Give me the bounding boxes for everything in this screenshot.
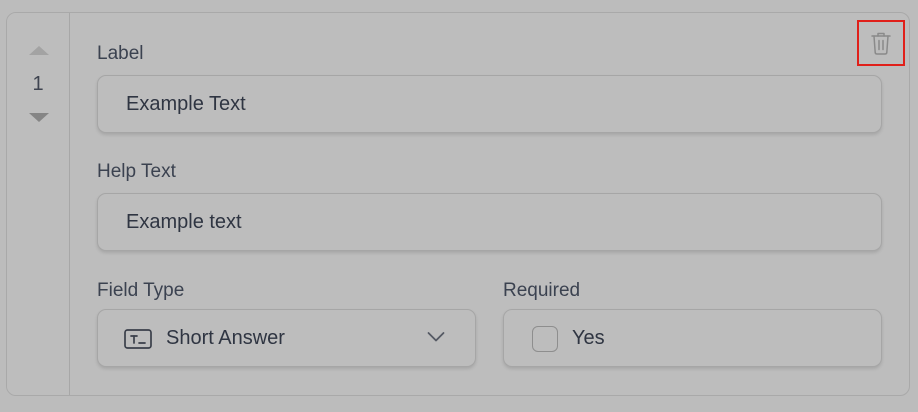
label-field-title: Label bbox=[97, 43, 144, 64]
move-down-arrow-icon[interactable] bbox=[29, 113, 49, 122]
chevron-down-icon bbox=[427, 332, 445, 342]
field-type-select[interactable]: Short Answer bbox=[97, 309, 476, 367]
trash-icon bbox=[871, 32, 891, 55]
required-field-box: Yes bbox=[503, 309, 882, 367]
help-text-field-title: Help Text bbox=[97, 161, 176, 182]
field-type-title: Field Type bbox=[97, 280, 185, 301]
field-order-number: 1 bbox=[32, 73, 44, 95]
move-up-arrow-icon[interactable] bbox=[29, 46, 49, 55]
short-answer-icon bbox=[124, 329, 152, 349]
delete-field-button[interactable] bbox=[857, 20, 905, 66]
reorder-gutter: 1 bbox=[7, 13, 70, 395]
field-type-selected-value: Short Answer bbox=[166, 327, 285, 349]
label-input[interactable]: Example Text bbox=[97, 75, 882, 133]
form-field-card: 1 Label Example Text Help Text Example t… bbox=[6, 12, 910, 396]
required-checkbox-label[interactable]: Yes bbox=[572, 310, 605, 366]
required-title: Required bbox=[503, 280, 581, 301]
help-text-input[interactable]: Example text bbox=[97, 193, 882, 251]
required-checkbox[interactable] bbox=[532, 326, 558, 352]
